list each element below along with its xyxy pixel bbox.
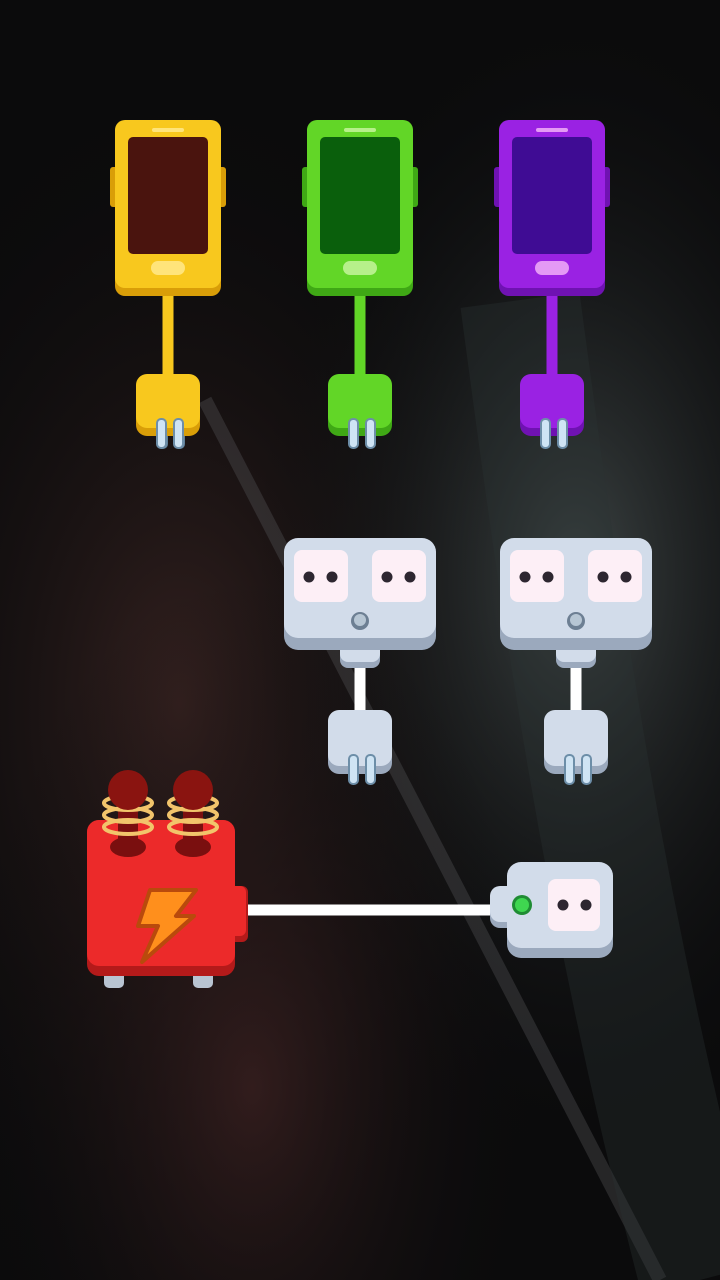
game-board	[0, 0, 720, 1280]
socket-outlet[interactable]	[372, 550, 426, 602]
socket-outlet[interactable]	[510, 550, 564, 602]
socket-outlet[interactable]	[294, 550, 348, 602]
powered-socket[interactable]	[490, 862, 613, 958]
socket-outlet[interactable]	[548, 879, 600, 931]
socket-plug[interactable]	[328, 710, 392, 785]
socket-plug[interactable]	[544, 710, 608, 785]
socket-outlet[interactable]	[588, 550, 642, 602]
